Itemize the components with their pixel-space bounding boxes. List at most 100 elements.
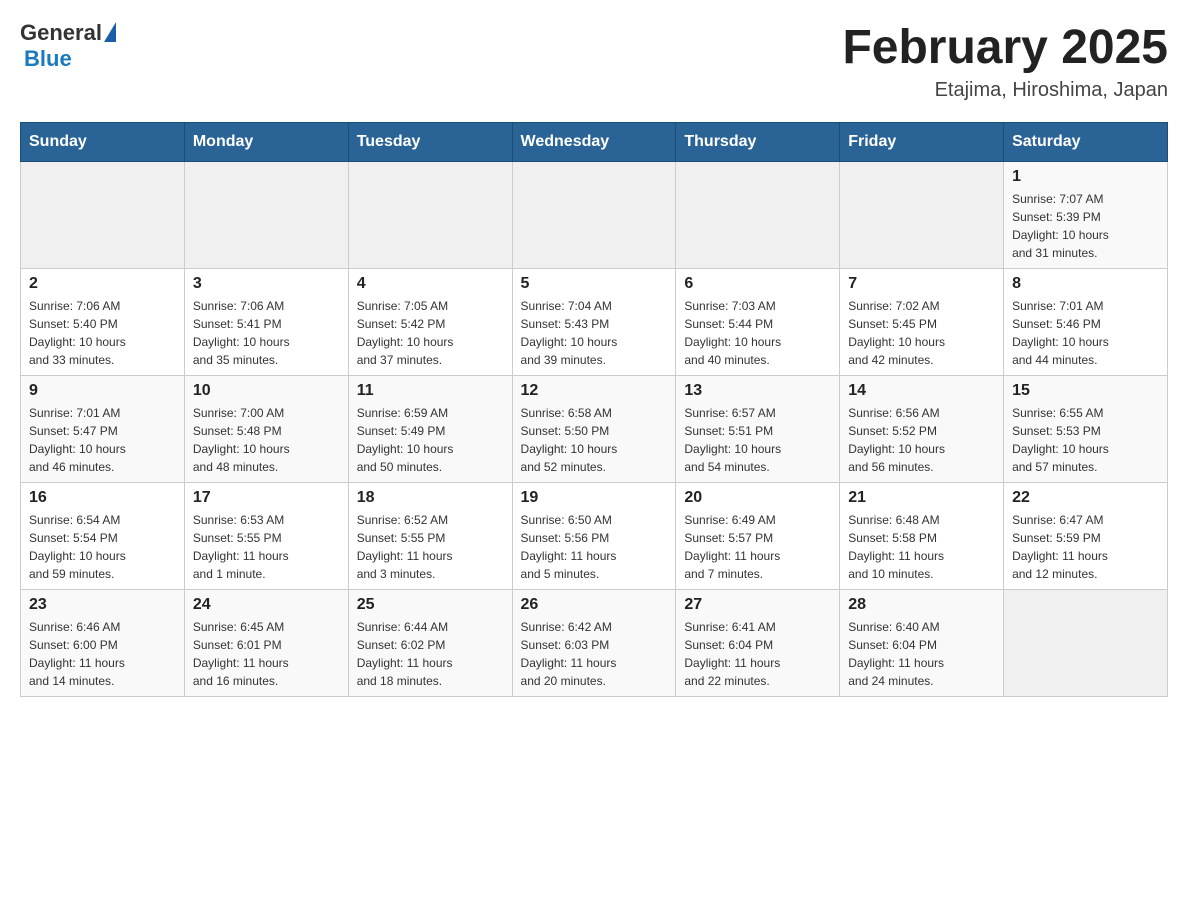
day-info: Sunrise: 6:59 AM Sunset: 5:49 PM Dayligh… — [357, 404, 504, 476]
day-info: Sunrise: 7:03 AM Sunset: 5:44 PM Dayligh… — [684, 297, 831, 369]
day-info: Sunrise: 6:56 AM Sunset: 5:52 PM Dayligh… — [848, 404, 995, 476]
day-info: Sunrise: 6:57 AM Sunset: 5:51 PM Dayligh… — [684, 404, 831, 476]
calendar-cell: 1 Sunrise: 7:07 AM Sunset: 5:39 PM Daylig… — [1004, 162, 1168, 269]
calendar-cell — [512, 162, 676, 269]
calendar-cell: 16Sunrise: 6:54 AM Sunset: 5:54 PM Dayli… — [21, 483, 185, 590]
day-info: Sunrise: 7:01 AM Sunset: 5:47 PM Dayligh… — [29, 404, 176, 476]
day-number: 26 — [521, 596, 668, 614]
calendar-cell: 20Sunrise: 6:49 AM Sunset: 5:57 PM Dayli… — [676, 483, 840, 590]
day-number: 10 — [193, 382, 340, 400]
calendar-table: SundayMondayTuesdayWednesdayThursdayFrid… — [20, 122, 1168, 697]
day-number: 21 — [848, 489, 995, 507]
day-info: Sunrise: 6:44 AM Sunset: 6:02 PM Dayligh… — [357, 618, 504, 690]
day-number: 6 — [684, 275, 831, 293]
day-info: Sunrise: 6:49 AM Sunset: 5:57 PM Dayligh… — [684, 511, 831, 583]
calendar-cell: 28 Sunrise: 6:40 AM Sunset: 6:04 PM Dayli… — [840, 590, 1004, 697]
day-info: Sunrise: 6:52 AM Sunset: 5:55 PM Dayligh… — [357, 511, 504, 583]
calendar-cell: 22 Sunrise: 6:47 AM Sunset: 5:59 PM Dayli… — [1004, 483, 1168, 590]
calendar-week-row: 23Sunrise: 6:46 AM Sunset: 6:00 PM Dayli… — [21, 590, 1168, 697]
day-info: Sunrise: 6:48 AM Sunset: 5:58 PM Dayligh… — [848, 511, 995, 583]
calendar-cell: 12 Sunrise: 6:58 AM Sunset: 5:50 PM Dayli… — [512, 376, 676, 483]
weekday-header-thursday: Thursday — [676, 123, 840, 162]
weekday-header-sunday: Sunday — [21, 123, 185, 162]
day-number: 27 — [684, 596, 831, 614]
day-info: Sunrise: 7:05 AM Sunset: 5:42 PM Dayligh… — [357, 297, 504, 369]
logo-general-text: General — [20, 20, 102, 46]
calendar-cell: 19 Sunrise: 6:50 AM Sunset: 5:56 PM Dayli… — [512, 483, 676, 590]
weekday-header-saturday: Saturday — [1004, 123, 1168, 162]
day-info: Sunrise: 6:50 AM Sunset: 5:56 PM Dayligh… — [521, 511, 668, 583]
day-number: 24 — [193, 596, 340, 614]
day-number: 12 — [521, 382, 668, 400]
day-info: Sunrise: 6:53 AM Sunset: 5:55 PM Dayligh… — [193, 511, 340, 583]
calendar-cell: 26 Sunrise: 6:42 AM Sunset: 6:03 PM Dayli… — [512, 590, 676, 697]
logo: General Blue — [20, 20, 116, 72]
day-number: 17 — [193, 489, 340, 507]
day-info: Sunrise: 6:55 AM Sunset: 5:53 PM Dayligh… — [1012, 404, 1159, 476]
day-number: 16 — [29, 489, 176, 507]
calendar-cell — [676, 162, 840, 269]
day-number: 18 — [357, 489, 504, 507]
day-info: Sunrise: 7:07 AM Sunset: 5:39 PM Dayligh… — [1012, 190, 1159, 262]
calendar-cell: 14 Sunrise: 6:56 AM Sunset: 5:52 PM Dayli… — [840, 376, 1004, 483]
calendar-cell — [21, 162, 185, 269]
day-number: 15 — [1012, 382, 1159, 400]
day-number: 2 — [29, 275, 176, 293]
month-title: February 2025 — [842, 20, 1168, 75]
day-info: Sunrise: 6:58 AM Sunset: 5:50 PM Dayligh… — [521, 404, 668, 476]
day-number: 14 — [848, 382, 995, 400]
day-number: 22 — [1012, 489, 1159, 507]
calendar-cell — [840, 162, 1004, 269]
calendar-cell: 18 Sunrise: 6:52 AM Sunset: 5:55 PM Dayli… — [348, 483, 512, 590]
day-number: 28 — [848, 596, 995, 614]
calendar-week-row: 1 Sunrise: 7:07 AM Sunset: 5:39 PM Daylig… — [21, 162, 1168, 269]
day-info: Sunrise: 6:42 AM Sunset: 6:03 PM Dayligh… — [521, 618, 668, 690]
calendar-week-row: 2 Sunrise: 7:06 AM Sunset: 5:40 PM Daylig… — [21, 269, 1168, 376]
day-info: Sunrise: 6:46 AM Sunset: 6:00 PM Dayligh… — [29, 618, 176, 690]
weekday-header-wednesday: Wednesday — [512, 123, 676, 162]
logo-triangle-icon — [104, 22, 116, 42]
day-number: 1 — [1012, 168, 1159, 186]
day-info: Sunrise: 6:40 AM Sunset: 6:04 PM Dayligh… — [848, 618, 995, 690]
day-number: 7 — [848, 275, 995, 293]
calendar-cell: 25 Sunrise: 6:44 AM Sunset: 6:02 PM Dayli… — [348, 590, 512, 697]
day-number: 4 — [357, 275, 504, 293]
day-info: Sunrise: 7:04 AM Sunset: 5:43 PM Dayligh… — [521, 297, 668, 369]
day-number: 9 — [29, 382, 176, 400]
calendar-cell: 15 Sunrise: 6:55 AM Sunset: 5:53 PM Dayli… — [1004, 376, 1168, 483]
day-number: 13 — [684, 382, 831, 400]
weekday-header-friday: Friday — [840, 123, 1004, 162]
day-number: 19 — [521, 489, 668, 507]
calendar-cell: 13 Sunrise: 6:57 AM Sunset: 5:51 PM Dayli… — [676, 376, 840, 483]
day-number: 3 — [193, 275, 340, 293]
day-number: 25 — [357, 596, 504, 614]
calendar-cell: 3Sunrise: 7:06 AM Sunset: 5:41 PM Daylig… — [184, 269, 348, 376]
day-info: Sunrise: 6:45 AM Sunset: 6:01 PM Dayligh… — [193, 618, 340, 690]
day-info: Sunrise: 7:01 AM Sunset: 5:46 PM Dayligh… — [1012, 297, 1159, 369]
calendar-cell: 5 Sunrise: 7:04 AM Sunset: 5:43 PM Daylig… — [512, 269, 676, 376]
calendar-cell: 24 Sunrise: 6:45 AM Sunset: 6:01 PM Dayli… — [184, 590, 348, 697]
calendar-cell: 6 Sunrise: 7:03 AM Sunset: 5:44 PM Daylig… — [676, 269, 840, 376]
day-info: Sunrise: 6:47 AM Sunset: 5:59 PM Dayligh… — [1012, 511, 1159, 583]
weekday-header-tuesday: Tuesday — [348, 123, 512, 162]
logo-blue-text: Blue — [24, 46, 72, 71]
day-info: Sunrise: 7:02 AM Sunset: 5:45 PM Dayligh… — [848, 297, 995, 369]
calendar-cell — [1004, 590, 1168, 697]
calendar-cell: 9 Sunrise: 7:01 AM Sunset: 5:47 PM Daylig… — [21, 376, 185, 483]
calendar-cell — [348, 162, 512, 269]
weekday-header-row: SundayMondayTuesdayWednesdayThursdayFrid… — [21, 123, 1168, 162]
day-number: 11 — [357, 382, 504, 400]
calendar-week-row: 9 Sunrise: 7:01 AM Sunset: 5:47 PM Daylig… — [21, 376, 1168, 483]
day-number: 5 — [521, 275, 668, 293]
calendar-cell: 10Sunrise: 7:00 AM Sunset: 5:48 PM Dayli… — [184, 376, 348, 483]
calendar-cell: 17 Sunrise: 6:53 AM Sunset: 5:55 PM Dayli… — [184, 483, 348, 590]
day-number: 8 — [1012, 275, 1159, 293]
calendar-cell — [184, 162, 348, 269]
day-info: Sunrise: 7:06 AM Sunset: 5:40 PM Dayligh… — [29, 297, 176, 369]
day-info: Sunrise: 6:41 AM Sunset: 6:04 PM Dayligh… — [684, 618, 831, 690]
calendar-cell: 27 Sunrise: 6:41 AM Sunset: 6:04 PM Dayli… — [676, 590, 840, 697]
calendar-week-row: 16Sunrise: 6:54 AM Sunset: 5:54 PM Dayli… — [21, 483, 1168, 590]
page-header: General Blue February 2025 Etajima, Hiro… — [20, 20, 1168, 102]
calendar-cell: 7 Sunrise: 7:02 AM Sunset: 5:45 PM Daylig… — [840, 269, 1004, 376]
location-text: Etajima, Hiroshima, Japan — [842, 79, 1168, 102]
